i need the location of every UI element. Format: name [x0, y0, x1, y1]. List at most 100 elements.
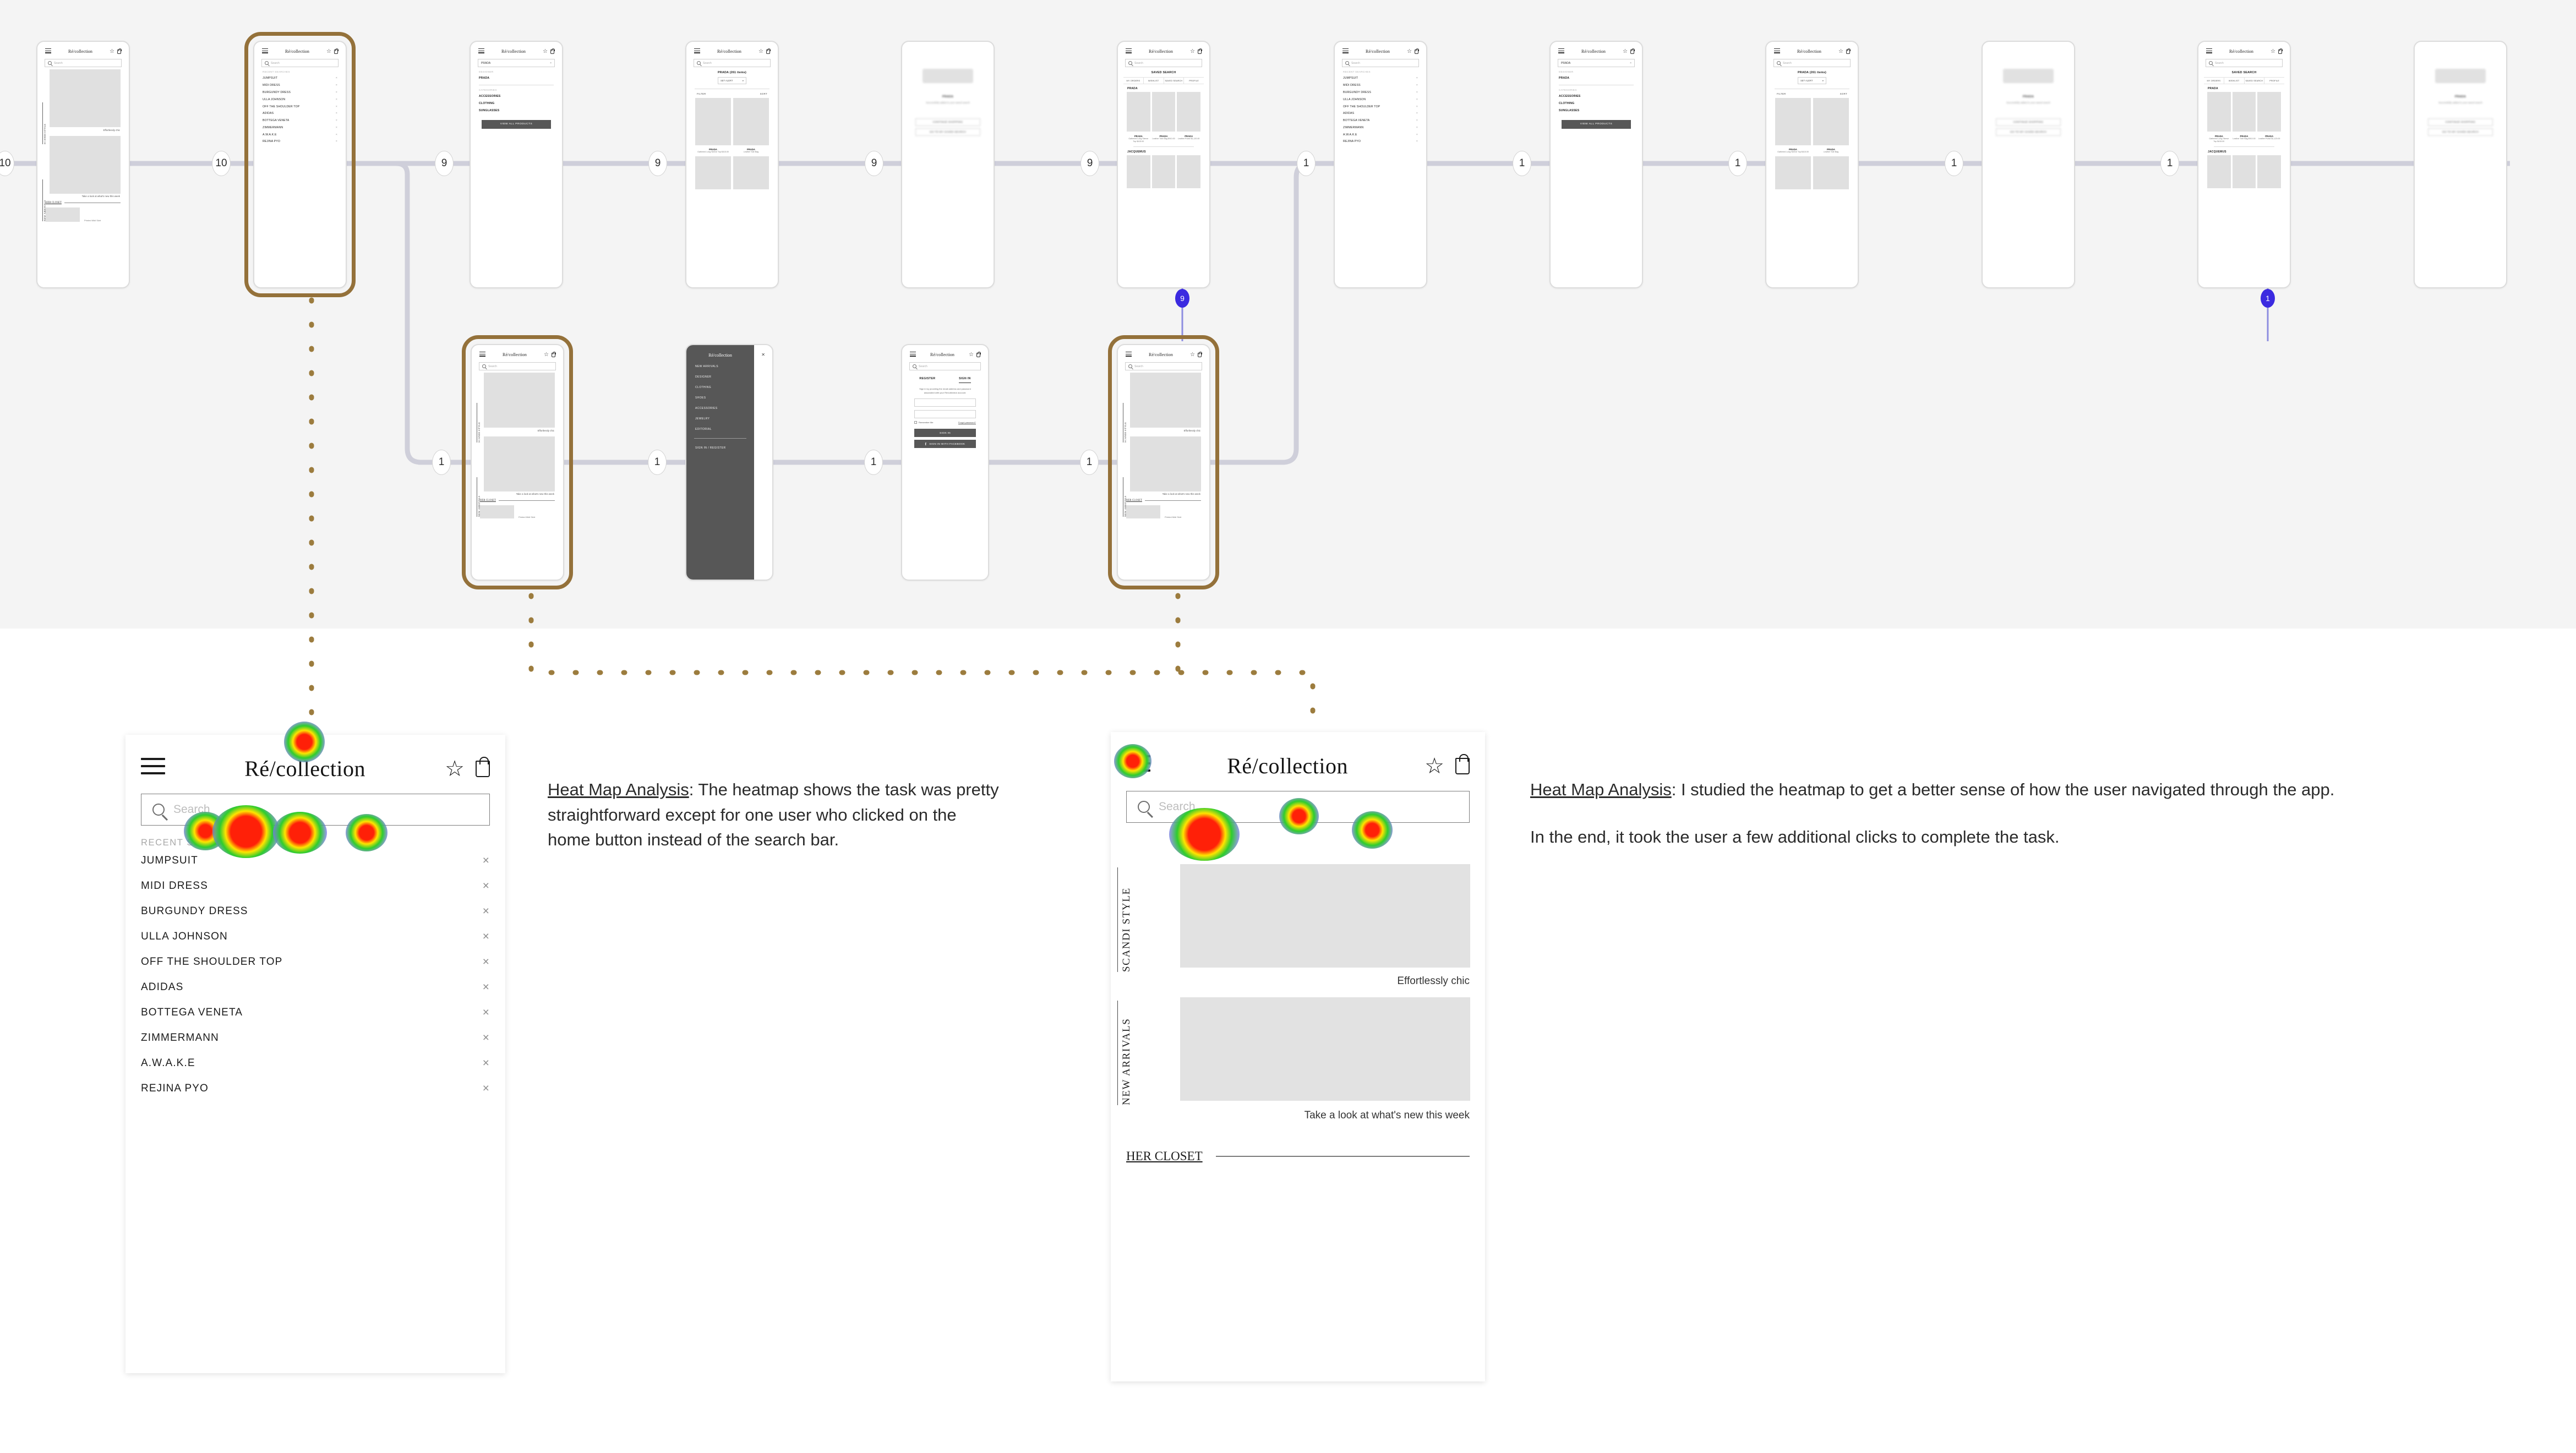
- clear-icon[interactable]: ×: [483, 1057, 490, 1070]
- filter-sort-bar[interactable]: FILTER SORT: [1772, 92, 1852, 95]
- bag-icon[interactable]: [550, 48, 555, 54]
- clear-icon[interactable]: ×: [336, 77, 337, 80]
- clear-icon[interactable]: ×: [336, 112, 337, 115]
- product-image[interactable]: [1127, 92, 1150, 132]
- list-item[interactable]: A.W.A.K.E ×: [1343, 131, 1418, 138]
- flow-screen-drawer[interactable]: Ré/collection NEW ARRIVALS DESIGNER CLOT…: [685, 344, 773, 581]
- clear-icon[interactable]: ×: [1416, 84, 1418, 87]
- tab-my-orders[interactable]: MY ORDERS: [2204, 78, 2224, 84]
- flow-screen-home-1[interactable]: Ré/collection ☆ Search SCANDI STYLE Effo…: [36, 41, 130, 288]
- menu-icon[interactable]: [478, 48, 484, 54]
- product-image[interactable]: [1151, 92, 1176, 132]
- flow-screen-results-2[interactable]: Ré/collection ☆ Search PRADA (261 items)…: [1765, 41, 1859, 288]
- clear-icon[interactable]: ×: [336, 84, 337, 87]
- product-image[interactable]: [1813, 156, 1849, 189]
- password-field[interactable]: [914, 409, 976, 418]
- wishlist-icon[interactable]: ☆: [445, 758, 465, 780]
- go-to-saved-search-button[interactable]: GO TO MY SAVED SEARCH: [2428, 128, 2493, 136]
- flow-screen-confirm[interactable]: PRADA Successfully added to your saved s…: [901, 41, 995, 288]
- bag-icon[interactable]: [551, 351, 556, 357]
- designer-item[interactable]: PRADA: [479, 75, 554, 82]
- list-item[interactable]: OFF THE SHOULDER TOP ×: [141, 949, 490, 975]
- bag-icon[interactable]: [1630, 48, 1635, 54]
- flow-screen-home-3[interactable]: Ré/collection ☆ Search SCANDI STYLE Effo…: [1108, 335, 1219, 589]
- clear-icon[interactable]: ×: [483, 905, 490, 918]
- set-alert-select[interactable]: SET ALERT ▾: [1798, 77, 1826, 84]
- clear-icon[interactable]: ×: [336, 126, 337, 129]
- list-item[interactable]: ULLA JOHNSON ×: [263, 96, 337, 103]
- search-input[interactable]: Search: [2206, 59, 2283, 67]
- category-item[interactable]: ACCESSORIES: [1559, 93, 1634, 100]
- flow-screen-recent-searches-2[interactable]: Ré/collection ☆ Search RECENT SEARCHES J…: [1334, 41, 1427, 288]
- hero-image-scandi[interactable]: [1180, 864, 1470, 968]
- flow-screen-confirm-2[interactable]: PRADA Successfully added to your saved s…: [1982, 41, 2075, 288]
- drawer-item[interactable]: SHOES: [695, 396, 754, 400]
- list-item[interactable]: ZIMMERMANN ×: [263, 124, 337, 131]
- search-input[interactable]: Search: [1773, 59, 1851, 67]
- list-item[interactable]: ZIMMERMANN ×: [141, 1025, 490, 1051]
- category-item[interactable]: SUNGLASSES: [479, 107, 554, 114]
- drawer-item[interactable]: EDITORIAL: [695, 428, 754, 431]
- wishlist-icon[interactable]: ☆: [326, 48, 331, 54]
- wishlist-icon[interactable]: ☆: [1190, 352, 1195, 357]
- product-image[interactable]: [695, 97, 731, 145]
- search-input[interactable]: Search: [261, 59, 339, 67]
- list-item[interactable]: MIDI DRESS ×: [1343, 82, 1418, 89]
- continue-shopping-button[interactable]: CONTINUE SHOPPING: [1996, 118, 2061, 126]
- view-all-products-button[interactable]: VIEW ALL PRODUCTS: [1562, 119, 1631, 129]
- forgot-password-link[interactable]: Forgot password?: [958, 421, 976, 424]
- product-image[interactable]: [2207, 92, 2231, 132]
- list-item[interactable]: A.W.A.K.E ×: [141, 1051, 490, 1076]
- list-item[interactable]: ADIDAS ×: [1343, 110, 1418, 117]
- clear-icon[interactable]: ×: [483, 1006, 490, 1019]
- product-image[interactable]: [1127, 155, 1150, 189]
- tab-profile[interactable]: PROFILE: [2264, 78, 2284, 84]
- flow-screen-home-2[interactable]: Ré/collection ☆ Search SCANDI STYLE Effo…: [462, 335, 573, 589]
- search-input[interactable]: Search: [1125, 59, 1202, 67]
- wishlist-icon[interactable]: ☆: [2271, 48, 2275, 54]
- bag-icon[interactable]: [1197, 48, 1203, 54]
- flow-screen-saved-search[interactable]: Ré/collection ☆ Search SAVED SEARCH MY O…: [1117, 41, 1210, 288]
- list-item[interactable]: REJINA PYO ×: [1343, 138, 1418, 145]
- search-input[interactable]: Search: [909, 362, 981, 370]
- product-image[interactable]: [2232, 92, 2256, 132]
- wishlist-icon[interactable]: ☆: [1407, 48, 1412, 54]
- clear-icon[interactable]: ×: [483, 955, 490, 969]
- product-image[interactable]: [2257, 155, 2281, 189]
- menu-icon[interactable]: [910, 351, 916, 358]
- search-input[interactable]: Search: [1126, 791, 1470, 823]
- wishlist-icon[interactable]: ☆: [544, 352, 549, 357]
- designer-item[interactable]: PRADA: [1559, 75, 1634, 82]
- product-image[interactable]: [2207, 155, 2231, 189]
- tab-saved-search[interactable]: SAVED SEARCH: [2245, 78, 2265, 84]
- drawer-item[interactable]: JEWELRY: [695, 417, 754, 420]
- tab-saved-search[interactable]: SAVED SEARCH: [1164, 78, 1185, 84]
- wishlist-icon[interactable]: ☆: [1190, 48, 1195, 54]
- signin-button[interactable]: SIGN IN: [914, 429, 976, 438]
- clear-icon[interactable]: ×: [550, 62, 552, 65]
- tab-wishlist[interactable]: WISHLIST: [1144, 78, 1164, 84]
- clear-icon[interactable]: ×: [1416, 112, 1418, 115]
- filter-sort-bar[interactable]: FILTER SORT: [692, 92, 772, 95]
- list-item[interactable]: BOTTEGA VENETA ×: [141, 1000, 490, 1025]
- product-image[interactable]: [733, 97, 769, 145]
- list-item[interactable]: ULLA JOHNSON ×: [141, 924, 490, 949]
- product-image[interactable]: [1151, 155, 1176, 189]
- list-item[interactable]: MIDI DRESS ×: [263, 82, 337, 89]
- clear-icon[interactable]: ×: [1416, 98, 1418, 101]
- category-item[interactable]: SUNGLASSES: [1559, 107, 1634, 114]
- remember-me-checkbox[interactable]: Remember Me: [914, 421, 933, 424]
- search-input[interactable]: Search: [1342, 59, 1419, 67]
- list-item[interactable]: REJINA PYO ×: [263, 138, 337, 145]
- tab-wishlist[interactable]: WISHLIST: [2224, 78, 2245, 84]
- bag-icon[interactable]: [1846, 48, 1851, 54]
- clear-icon[interactable]: ×: [483, 981, 490, 994]
- drawer-item[interactable]: CLOTHING: [695, 386, 754, 389]
- list-item[interactable]: JUMPSUIT ×: [1343, 75, 1418, 82]
- drawer-account-link[interactable]: SIGN IN / REGISTER: [695, 446, 754, 450]
- facebook-signin-button[interactable]: f SIGN IN WITH FACEBOOK: [914, 440, 976, 449]
- go-to-saved-search-button[interactable]: GO TO MY SAVED SEARCH: [1996, 128, 2061, 136]
- list-item[interactable]: OFF THE SHOULDER TOP ×: [263, 103, 337, 110]
- wishlist-icon[interactable]: ☆: [969, 352, 974, 357]
- list-item[interactable]: BOTTEGA VENETA ×: [263, 117, 337, 124]
